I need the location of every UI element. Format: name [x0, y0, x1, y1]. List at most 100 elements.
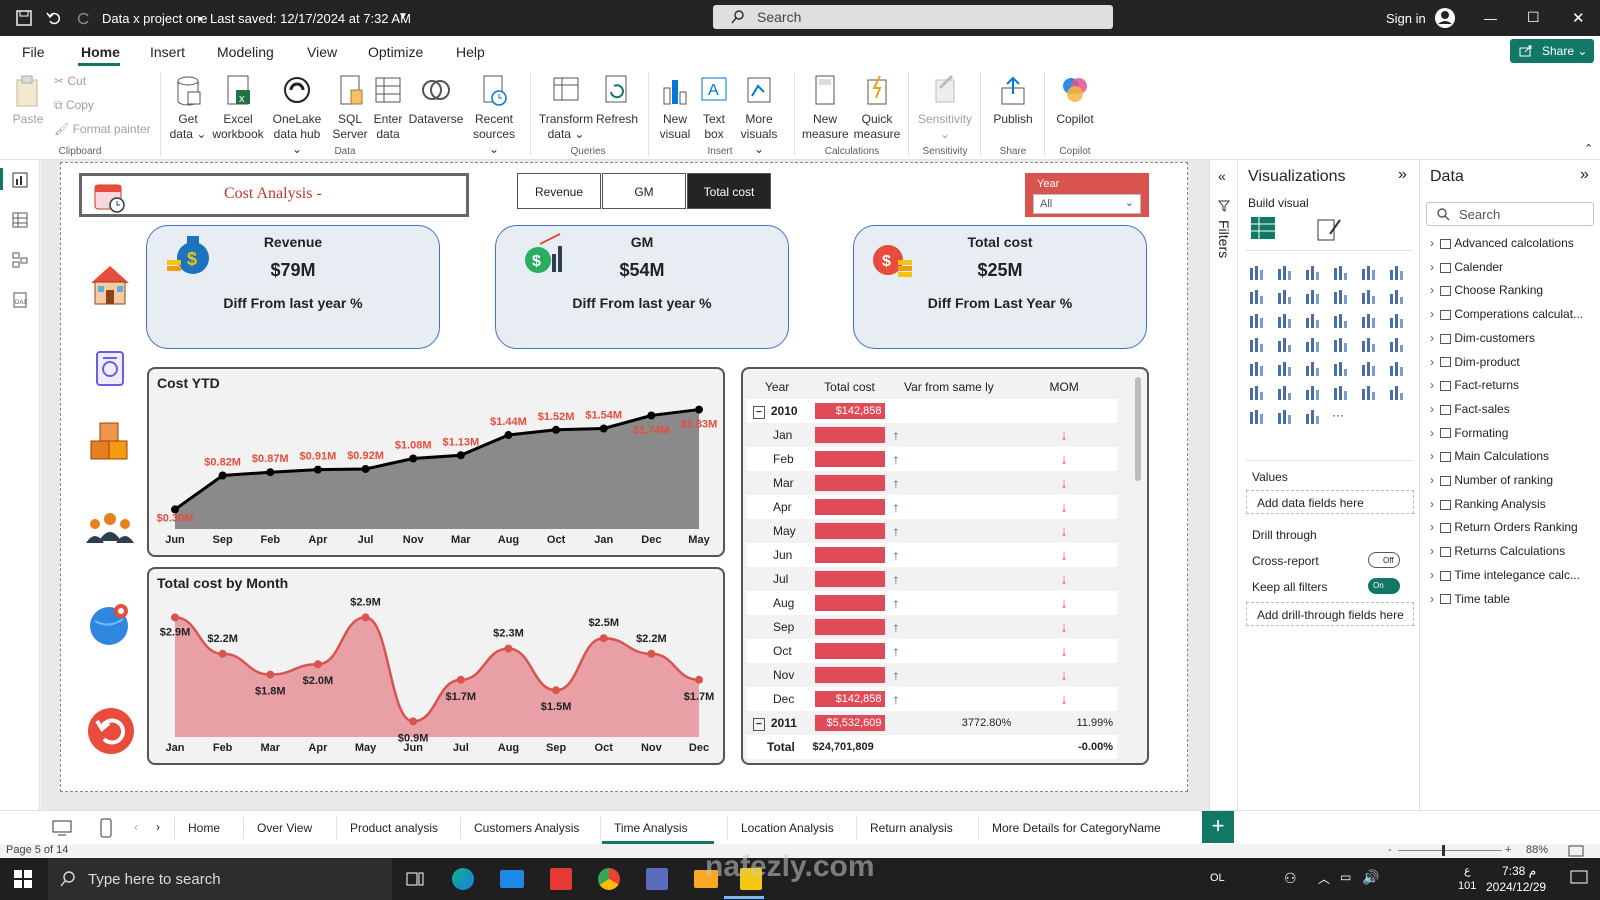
expand-chevron-icon[interactable]: › [1430, 426, 1434, 440]
keep-filters-toggle[interactable]: On [1368, 578, 1400, 594]
data-point[interactable] [552, 425, 561, 434]
more-visuals-button[interactable]: More visuals ⌄ [736, 74, 782, 157]
data-point[interactable] [218, 471, 227, 480]
line-clustered-column-visual-icon[interactable] [1388, 288, 1406, 306]
document-title[interactable]: Data x project one [102, 11, 208, 26]
filled-map-visual-icon[interactable] [1304, 336, 1322, 354]
page-tab[interactable]: More Details for CategoryName [992, 821, 1161, 835]
scatter-visual-icon[interactable] [1332, 312, 1350, 330]
field-table-item[interactable]: › Number of ranking [1430, 473, 1600, 493]
add-page-button[interactable]: + [1202, 811, 1234, 843]
menu-insert[interactable]: Insert [150, 44, 185, 60]
collapse-data-icon[interactable]: » [1580, 166, 1589, 184]
sensitivity-button[interactable]: Sensitivity ⌄ [916, 74, 974, 142]
values-drop-zone[interactable]: Add data fields here [1246, 490, 1414, 514]
field-table-item[interactable]: › Calender [1430, 260, 1600, 280]
100-column-visual-icon[interactable] [1388, 264, 1406, 282]
chrome-icon[interactable] [598, 868, 620, 890]
model-view-icon[interactable] [12, 252, 28, 268]
slicer-visual-icon[interactable] [1304, 360, 1322, 378]
field-table-item[interactable]: › Comperations calculat... [1430, 307, 1600, 327]
data-point[interactable] [409, 454, 418, 463]
gauge-visual-icon[interactable] [1360, 336, 1378, 354]
new-visual-button[interactable]: New visual [656, 74, 694, 142]
globe-location-icon[interactable] [87, 601, 133, 647]
cost-ytd-chart[interactable]: $0.30M Jun $0.82M Sep $0.87M Feb $0.91M Apr $0.9… [149, 369, 723, 555]
area-visual-icon[interactable] [1276, 288, 1294, 306]
dax-query-icon[interactable]: DAX [12, 292, 28, 308]
onelake-button[interactable]: OneLake data hub ⌄ [268, 74, 326, 157]
collapse-icon[interactable]: − [753, 406, 765, 419]
keyboard-language[interactable]: ع [1464, 864, 1471, 877]
volume-icon[interactable]: 🔊 [1362, 869, 1379, 886]
data-point[interactable] [409, 717, 418, 726]
100-bar-visual-icon[interactable] [1360, 264, 1378, 282]
desktop-layout-icon[interactable] [52, 820, 72, 836]
get-data-button[interactable]: Get data ⌄ [168, 74, 208, 142]
line-column-visual-icon[interactable] [1360, 288, 1378, 306]
close-icon[interactable]: ✕ [1572, 9, 1585, 27]
chevron-down-icon[interactable]: ▼ [398, 11, 408, 22]
filters-pane-collapsed[interactable]: « Filters [1209, 160, 1237, 830]
ribbon-visual-icon[interactable] [1248, 312, 1266, 330]
expand-chevron-icon[interactable]: › [1430, 449, 1434, 463]
windows-start-icon[interactable] [14, 870, 32, 888]
zoom-slider[interactable] [1398, 850, 1502, 851]
page-tab[interactable]: Location Analysis [741, 821, 834, 835]
clock-date[interactable]: 2024/12/29 [1486, 880, 1546, 894]
notifications-icon[interactable] [1570, 870, 1588, 886]
column-header[interactable]: Var from same ly [887, 375, 1012, 399]
zoom-slider-thumb[interactable] [1442, 845, 1445, 856]
expand-chevron-icon[interactable]: › [1430, 402, 1434, 416]
pie-visual-icon[interactable] [1360, 312, 1378, 330]
sign-in-link[interactable]: Sign in [1386, 11, 1426, 26]
stacked-area-visual-icon[interactable] [1304, 288, 1322, 306]
paginated-visual-icon[interactable] [1248, 408, 1266, 426]
transform-data-button[interactable]: Transform data ⌄ [538, 74, 594, 142]
matrix-scrollbar[interactable] [1135, 377, 1141, 481]
page-tab[interactable]: Product analysis [350, 821, 438, 835]
expand-chevron-icon[interactable]: › [1430, 283, 1434, 297]
expand-chevron-icon[interactable]: › [1430, 473, 1434, 487]
expand-chevron-icon[interactable]: › [1430, 355, 1434, 369]
python-visual-visual-icon[interactable] [1248, 384, 1266, 402]
stacked-bar-visual-icon[interactable] [1248, 264, 1266, 282]
matrix-month-row[interactable]: Nov ↑ ↓ [747, 663, 1117, 687]
drill-through-drop-zone[interactable]: Add drill-through fields here [1246, 602, 1414, 626]
kpi-visual-icon[interactable] [1276, 360, 1294, 378]
tab-scroll-right-icon[interactable]: › [156, 820, 160, 834]
home-icon[interactable] [87, 261, 133, 307]
mail-icon[interactable] [500, 870, 524, 888]
matrix-month-row[interactable]: Apr ↑ ↓ [747, 495, 1117, 519]
matrix-visual-icon[interactable] [1360, 360, 1378, 378]
line-visual-icon[interactable] [1248, 288, 1266, 306]
data-point[interactable] [266, 468, 275, 477]
report-view-icon[interactable] [12, 172, 28, 188]
100-area-visual-icon[interactable] [1332, 288, 1350, 306]
qa-visual-icon[interactable] [1332, 384, 1350, 402]
collapse-ribbon-icon[interactable]: ⌃ [1584, 142, 1593, 155]
recent-sources-button[interactable]: Recent sources ⌄ [468, 74, 520, 157]
menu-file[interactable]: File [22, 44, 45, 60]
matrix-month-row[interactable]: Jan ↑ ↓ [747, 423, 1117, 447]
field-table-item[interactable]: › Time intelegance calc... [1430, 568, 1600, 588]
page-tab[interactable]: Customers Analysis [474, 821, 579, 835]
redo-icon[interactable] [76, 10, 92, 26]
page-tab[interactable]: Home [188, 821, 220, 835]
enter-data-button[interactable]: Enter data [372, 74, 404, 142]
menu-optimize[interactable]: Optimize [368, 44, 423, 60]
app-icon[interactable] [646, 868, 668, 890]
more-visual-icon[interactable]: ··· [1332, 408, 1350, 426]
matrix-visual-icon[interactable] [1250, 216, 1276, 240]
edge-icon[interactable] [452, 868, 474, 890]
data-point[interactable] [647, 649, 656, 658]
field-table-item[interactable]: › Fact-sales [1430, 402, 1600, 422]
clock-time[interactable]: 7:38 م [1502, 864, 1536, 878]
product-sheet-icon[interactable] [91, 349, 131, 389]
field-table-item[interactable]: › Return Orders Ranking [1430, 520, 1600, 540]
expand-chevron-icon[interactable]: › [1430, 497, 1434, 511]
matrix-month-row[interactable]: May ↑ ↓ [747, 519, 1117, 543]
tray-chevron-icon[interactable]: ︿ [1318, 870, 1330, 887]
page-tab[interactable]: Return analysis [870, 821, 953, 835]
data-point[interactable] [695, 675, 703, 684]
